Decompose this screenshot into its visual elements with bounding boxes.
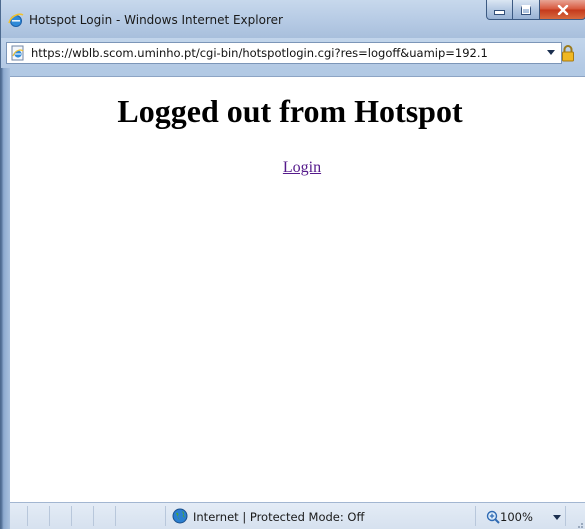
address-bar[interactable]: https://wblb.scom.uminho.pt/cgi-bin/hots… xyxy=(6,42,562,64)
address-toolbar: https://wblb.scom.uminho.pt/cgi-bin/hots… xyxy=(1,38,585,68)
security-zone-text[interactable]: Internet | Protected Mode: Off xyxy=(193,510,364,524)
window-title: Hotspot Login - Windows Internet Explore… xyxy=(29,13,283,27)
window-left-border xyxy=(1,68,10,529)
status-segment xyxy=(28,506,50,526)
status-segment xyxy=(94,506,116,526)
status-segment xyxy=(72,506,94,526)
zoom-dropdown-icon[interactable] xyxy=(553,515,561,520)
login-link[interactable]: Login xyxy=(283,159,321,176)
close-button[interactable] xyxy=(540,0,585,20)
zoom-icon[interactable] xyxy=(486,509,500,524)
caption-buttons xyxy=(486,0,585,20)
address-dropdown-icon[interactable] xyxy=(547,50,555,55)
page-content: Logged out from Hotspot Login xyxy=(10,76,585,502)
zoom-level[interactable]: 100% xyxy=(500,510,533,524)
ie-logo-icon xyxy=(8,12,24,28)
browser-window: Hotspot Login - Windows Internet Explore… xyxy=(0,0,585,529)
status-segment xyxy=(50,506,72,526)
minimize-button[interactable] xyxy=(486,0,513,20)
status-segment xyxy=(10,506,28,526)
login-link-container: Login xyxy=(10,159,585,177)
resize-grip-icon[interactable] xyxy=(574,517,584,528)
status-bar: Internet | Protected Mode: Off 100% xyxy=(10,502,585,529)
url-text[interactable]: https://wblb.scom.uminho.pt/cgi-bin/hots… xyxy=(31,46,526,60)
globe-icon xyxy=(172,508,188,524)
maximize-button[interactable] xyxy=(513,0,540,20)
close-icon xyxy=(557,4,568,15)
ie-page-icon xyxy=(10,45,26,61)
page-heading: Logged out from Hotspot xyxy=(117,93,463,129)
title-bar[interactable]: Hotspot Login - Windows Internet Explore… xyxy=(1,0,585,38)
lock-icon[interactable] xyxy=(561,44,575,62)
maximize-icon xyxy=(521,4,531,15)
minimize-icon xyxy=(494,10,505,15)
status-segment xyxy=(116,506,166,526)
